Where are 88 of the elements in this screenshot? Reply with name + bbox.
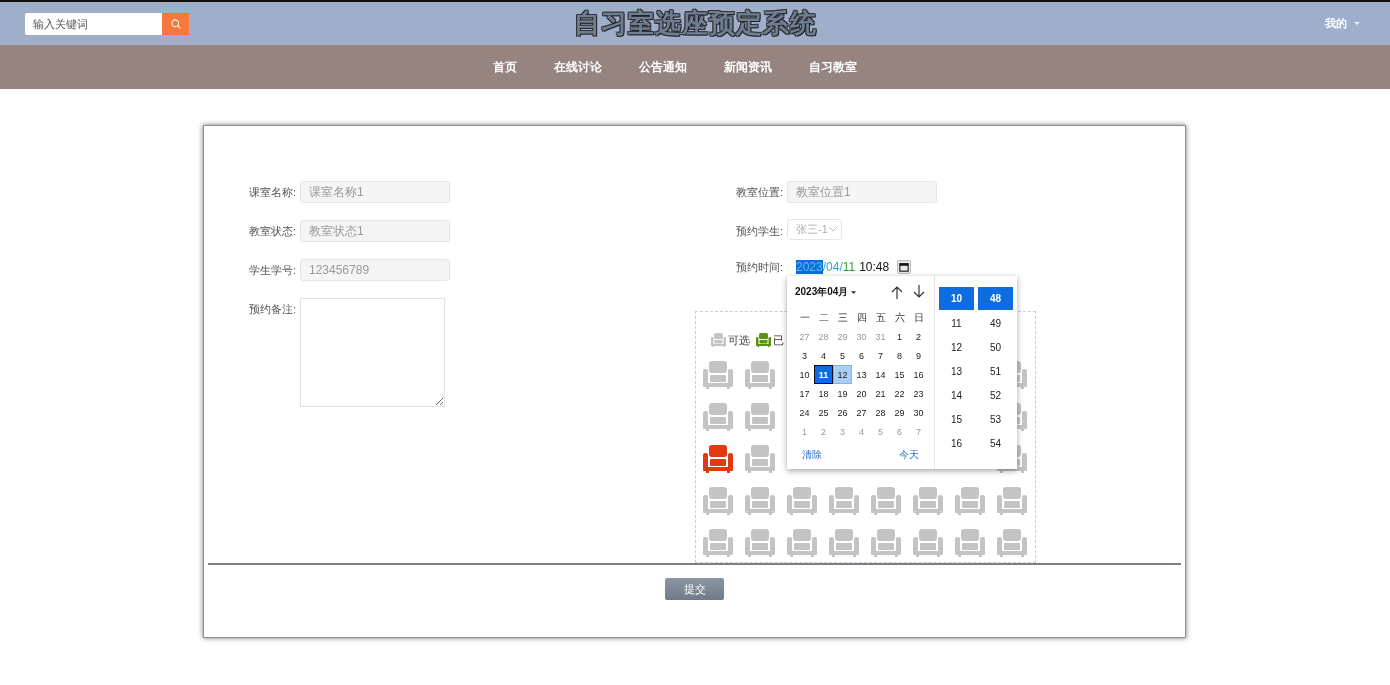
- weekday-label: 六: [893, 310, 906, 325]
- datetime-field[interactable]: 2023/04/11 10:48: [796, 257, 912, 277]
- calendar-day[interactable]: 21: [871, 384, 890, 403]
- calendar-day[interactable]: 9: [909, 346, 928, 365]
- today-link[interactable]: 今天: [899, 448, 919, 462]
- calendar-day[interactable]: 6: [852, 346, 871, 365]
- calendar-day[interactable]: 2: [909, 327, 928, 346]
- hour-option[interactable]: 16: [939, 431, 974, 455]
- minute-option[interactable]: 52: [978, 383, 1013, 407]
- weekday-label: 四: [855, 310, 868, 325]
- nav-link[interactable]: 新闻资讯: [724, 58, 772, 76]
- minute-option[interactable]: 51: [978, 359, 1013, 383]
- nav-link[interactable]: 自习教室: [809, 58, 857, 76]
- calendar-day[interactable]: 8: [890, 346, 909, 365]
- arrow-down-icon: [912, 285, 926, 299]
- notes-field[interactable]: [300, 298, 445, 407]
- calendar-day[interactable]: 27: [852, 403, 871, 422]
- search-icon: [169, 17, 182, 30]
- clear-link[interactable]: 清除: [802, 448, 822, 462]
- weekday-label: 五: [874, 310, 887, 325]
- calendar-day[interactable]: 28: [871, 403, 890, 422]
- nav-link[interactable]: 公告通知: [639, 58, 687, 76]
- calendar-day[interactable]: 26: [833, 403, 852, 422]
- calendar-day[interactable]: 11: [814, 365, 833, 384]
- hour-option[interactable]: 11: [939, 311, 974, 335]
- weekday-label: 日: [912, 310, 925, 325]
- previous-month-button[interactable]: [890, 285, 904, 299]
- calendar-day[interactable]: 30: [909, 403, 928, 422]
- field-label: 教室状态:: [249, 224, 298, 239]
- calendar-day[interactable]: 22: [890, 384, 909, 403]
- minute-option[interactable]: 49: [978, 311, 1013, 335]
- field-label: 预约备注:: [249, 302, 298, 317]
- legend-label: 已: [773, 332, 784, 348]
- field-label: 学生学号:: [249, 263, 298, 278]
- seat-icon: [711, 333, 726, 347]
- calendar-day[interactable]: 7: [871, 346, 890, 365]
- calendar-button[interactable]: [897, 260, 912, 274]
- hour-option[interactable]: 13: [939, 359, 974, 383]
- calendar-day[interactable]: 10: [795, 365, 814, 384]
- minute-option[interactable]: 53: [978, 407, 1013, 431]
- seat-icon: [756, 333, 771, 347]
- calendar-day[interactable]: 20: [852, 384, 871, 403]
- field-label: 预约时间:: [736, 260, 785, 275]
- calendar-day[interactable]: 18: [814, 384, 833, 403]
- calendar-day[interactable]: 19: [833, 384, 852, 403]
- site-title: 自习室选座预定系统: [573, 7, 817, 40]
- calendar-day[interactable]: 4: [814, 346, 833, 365]
- calendar-day[interactable]: 24: [795, 403, 814, 422]
- minute-option[interactable]: 50: [978, 335, 1013, 359]
- caret-icon: [1354, 22, 1360, 25]
- legend-label: 可选: [728, 332, 750, 348]
- search-button[interactable]: [162, 12, 189, 35]
- calendar-day[interactable]: 23: [909, 384, 928, 403]
- seat-icon[interactable]: [997, 445, 1027, 473]
- caret-icon: [851, 290, 857, 294]
- calendar-day[interactable]: 29: [890, 403, 909, 422]
- calendar-day[interactable]: 12: [833, 365, 852, 384]
- hour-option[interactable]: 10: [939, 287, 974, 310]
- hour-option[interactable]: 15: [939, 407, 974, 431]
- calendar-day[interactable]: 17: [795, 384, 814, 403]
- search-field[interactable]: 输入关键词: [25, 12, 162, 35]
- calendar-day[interactable]: 14: [871, 365, 890, 384]
- seat-icon[interactable]: [703, 445, 733, 473]
- next-month-button[interactable]: [912, 285, 926, 299]
- hour-option[interactable]: 12: [939, 335, 974, 359]
- weekday-label: 三: [836, 310, 849, 325]
- weekday-label: 二: [817, 310, 830, 325]
- field-label: 教室位置:: [736, 185, 785, 200]
- calendar-day[interactable]: 15: [890, 365, 909, 384]
- field-label: 预约学生:: [736, 224, 785, 239]
- month-select[interactable]: 2023年04月: [795, 285, 857, 299]
- arrow-up-icon: [890, 285, 904, 299]
- hour-option[interactable]: 14: [939, 383, 974, 407]
- calendar-day[interactable]: 13: [852, 365, 871, 384]
- minute-option[interactable]: 54: [978, 431, 1013, 455]
- calendar-day[interactable]: 25: [814, 403, 833, 422]
- nav-link[interactable]: 首页: [493, 58, 517, 76]
- weekday-label: 一: [798, 310, 811, 325]
- nav-link[interactable]: 在线讨论: [554, 58, 602, 76]
- calendar-day[interactable]: 1: [890, 327, 909, 346]
- submit-button[interactable]: 提交: [665, 578, 724, 600]
- calendar-icon: [899, 262, 910, 272]
- chevron-icon: [829, 227, 837, 232]
- field-label: 课室名称:: [249, 185, 298, 200]
- calendar-day[interactable]: 3: [795, 346, 814, 365]
- minute-option[interactable]: 48: [978, 287, 1013, 310]
- calendar-day[interactable]: 16: [909, 365, 928, 384]
- calendar-day[interactable]: 5: [833, 346, 852, 365]
